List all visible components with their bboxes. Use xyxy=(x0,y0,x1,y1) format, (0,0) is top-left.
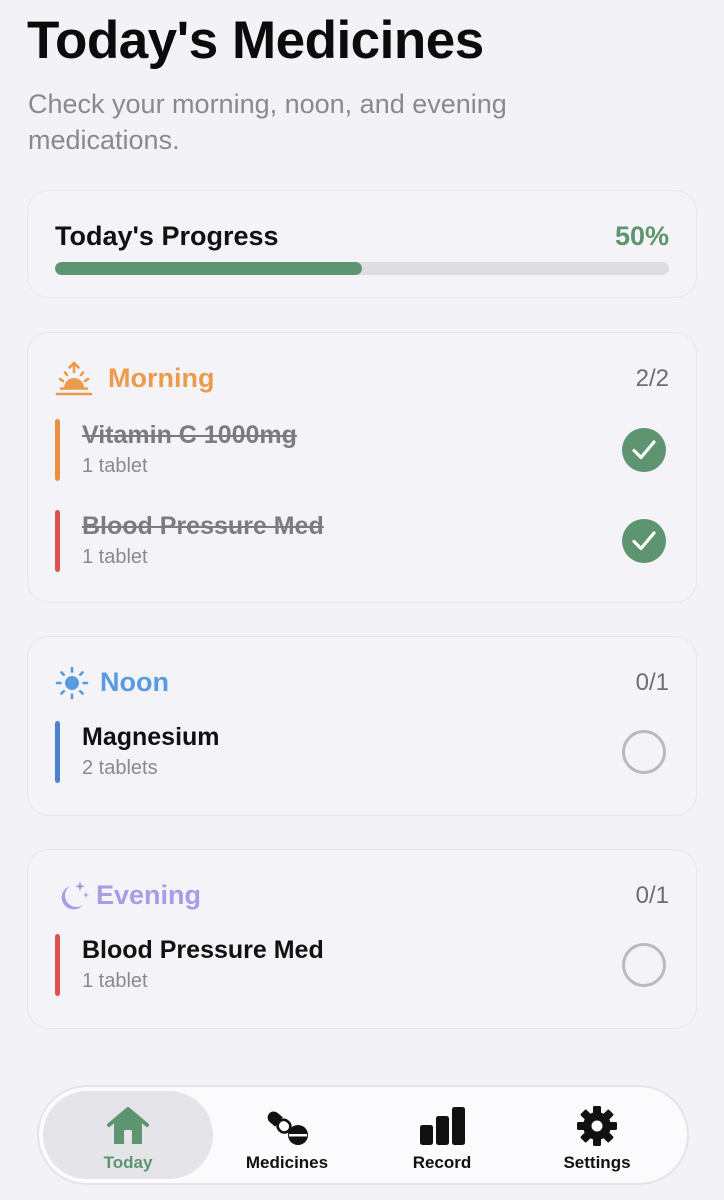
medication-color-bar xyxy=(55,510,60,572)
moon-stars-icon xyxy=(55,878,93,914)
tab-medicines[interactable]: Medicines xyxy=(202,1091,372,1179)
section-title: Noon xyxy=(100,667,169,697)
section-morning: Morning 2/2 Vitamin C 1000mg 1 tablet Bl… xyxy=(27,332,697,603)
checked-checkbox[interactable] xyxy=(622,519,666,563)
section-header: Noon 0/1 xyxy=(55,663,669,703)
checkmark-icon xyxy=(632,440,656,460)
medication-name: Magnesium xyxy=(82,723,220,751)
bar-chart-icon xyxy=(419,1105,465,1147)
section-count: 0/1 xyxy=(635,882,669,909)
checkmark-icon xyxy=(632,531,656,551)
tab-today[interactable]: Today xyxy=(43,1091,213,1179)
home-icon xyxy=(105,1105,151,1147)
medication-name: Blood Pressure Med xyxy=(82,512,324,540)
medication-item[interactable]: Vitamin C 1000mg 1 tablet xyxy=(55,419,669,481)
medication-dose: 2 tablets xyxy=(82,757,158,779)
medication-color-bar xyxy=(55,721,60,783)
medication-dose: 1 tablet xyxy=(82,970,148,992)
medication-name: Blood Pressure Med xyxy=(82,936,324,964)
medication-name: Vitamin C 1000mg xyxy=(82,421,297,449)
section-header: Evening 0/1 xyxy=(55,876,669,916)
today-screen: Today's Medicines Check your morning, no… xyxy=(0,0,724,1200)
tab-label: Today xyxy=(103,1153,153,1172)
medication-dose: 1 tablet xyxy=(82,546,148,568)
page-title: Today's Medicines xyxy=(27,11,484,70)
tab-label: Medicines xyxy=(245,1153,329,1172)
progress-percent: 50% xyxy=(614,221,669,251)
unchecked-checkbox[interactable] xyxy=(622,730,666,774)
section-title: Morning xyxy=(108,363,215,393)
medication-item[interactable]: Magnesium 2 tablets xyxy=(55,721,669,783)
sunrise-icon xyxy=(55,361,93,397)
medication-color-bar xyxy=(55,934,60,996)
progress-bar xyxy=(55,262,669,275)
pills-icon xyxy=(264,1105,310,1147)
gear-icon xyxy=(574,1105,620,1147)
unchecked-checkbox[interactable] xyxy=(622,943,666,987)
section-evening: Evening 0/1 Blood Pressure Med 1 tablet xyxy=(27,849,697,1029)
tab-label: Record xyxy=(412,1153,472,1172)
section-count: 0/1 xyxy=(635,669,669,696)
section-count: 2/2 xyxy=(635,365,669,392)
medication-dose: 1 tablet xyxy=(82,455,148,477)
section-header: Morning 2/2 xyxy=(55,359,669,399)
section-noon: Noon 0/1 Magnesium 2 tablets xyxy=(27,636,697,816)
medication-color-bar xyxy=(55,419,60,481)
medication-item[interactable]: Blood Pressure Med 1 tablet xyxy=(55,934,669,996)
progress-bar-fill xyxy=(55,262,362,275)
tab-record[interactable]: Record xyxy=(357,1091,527,1179)
progress-label: Today's Progress xyxy=(55,221,279,251)
tab-settings[interactable]: Settings xyxy=(512,1091,682,1179)
tab-bar: Today Medicines Record Settings xyxy=(37,1085,689,1185)
sun-icon xyxy=(55,665,93,701)
medication-item[interactable]: Blood Pressure Med 1 tablet xyxy=(55,510,669,572)
progress-card: Today's Progress 50% xyxy=(27,190,697,298)
tab-label: Settings xyxy=(563,1153,631,1172)
checked-checkbox[interactable] xyxy=(622,428,666,472)
section-title: Evening xyxy=(96,880,202,910)
page-subtitle: Check your morning, noon, and evening me… xyxy=(28,89,507,155)
